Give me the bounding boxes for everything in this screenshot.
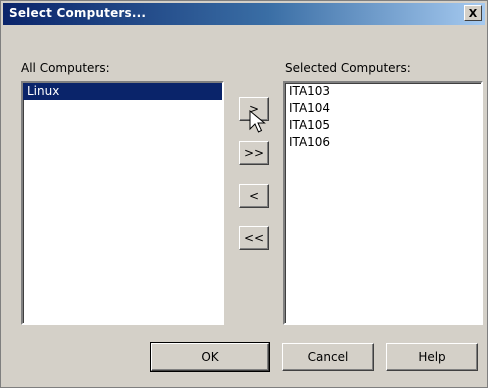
- list-item[interactable]: ITA104: [285, 100, 481, 117]
- help-button[interactable]: Help: [386, 343, 478, 371]
- selected-computers-label: Selected Computers:: [285, 61, 411, 75]
- cancel-button[interactable]: Cancel: [282, 343, 374, 371]
- ok-button[interactable]: OK: [150, 342, 270, 372]
- list-item[interactable]: ITA103: [285, 83, 481, 100]
- list-item[interactable]: ITA106: [285, 134, 481, 151]
- close-button[interactable]: X: [464, 5, 482, 21]
- all-computers-label: All Computers:: [21, 61, 110, 75]
- list-item[interactable]: Linux: [23, 83, 222, 100]
- selected-computers-list[interactable]: ITA103 ITA104 ITA105 ITA106: [283, 81, 483, 325]
- list-item[interactable]: ITA105: [285, 117, 481, 134]
- remove-button[interactable]: <: [239, 184, 269, 208]
- all-computers-list[interactable]: Linux: [21, 81, 224, 325]
- arrow-cursor-icon: [249, 110, 266, 133]
- title-bar: Select Computers... X: [3, 3, 485, 25]
- remove-all-button[interactable]: <<: [239, 226, 269, 250]
- select-computers-dialog: Select Computers... X All Computers: Lin…: [0, 0, 488, 388]
- add-all-button[interactable]: >>: [239, 141, 269, 165]
- dialog-title: Select Computers...: [9, 6, 147, 20]
- close-icon: X: [468, 6, 478, 20]
